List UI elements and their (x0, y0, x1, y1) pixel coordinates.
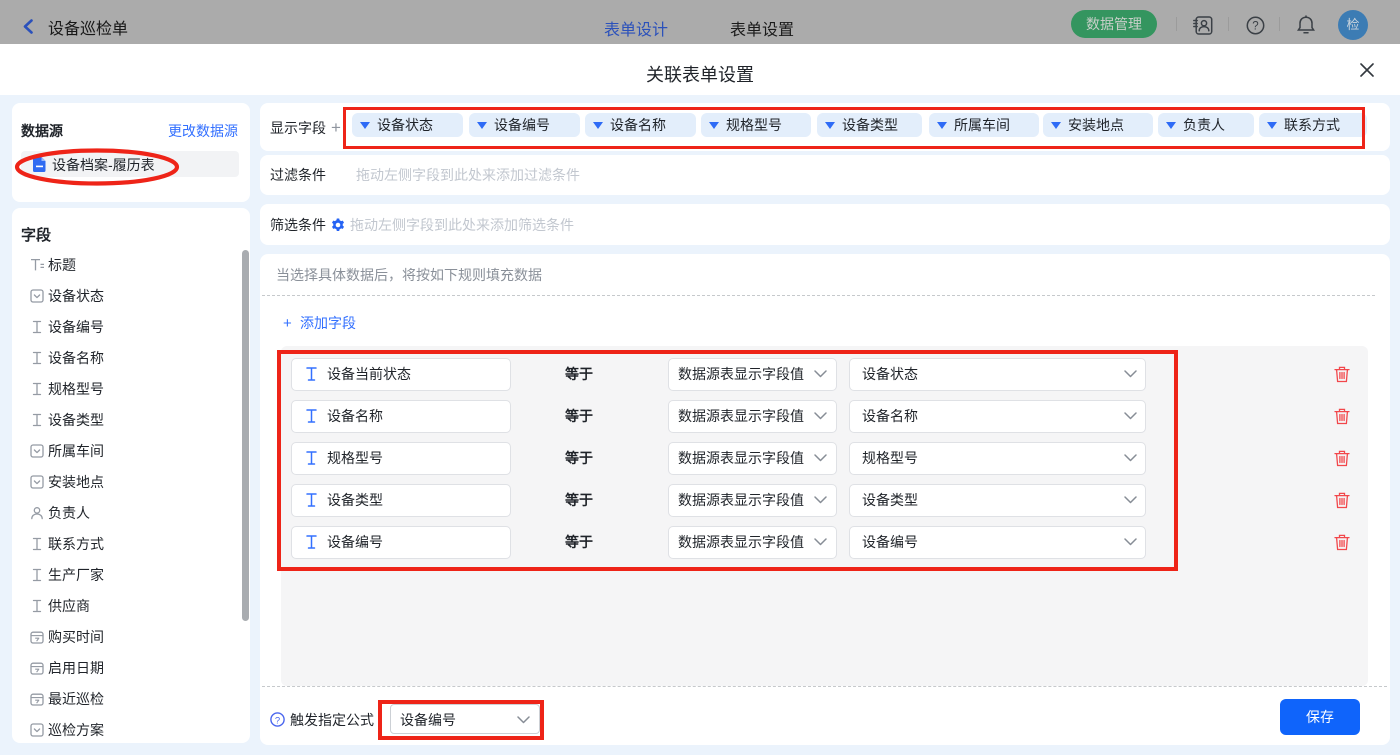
svg-text:?: ? (275, 715, 280, 726)
svg-text:?: ? (1252, 21, 1258, 33)
